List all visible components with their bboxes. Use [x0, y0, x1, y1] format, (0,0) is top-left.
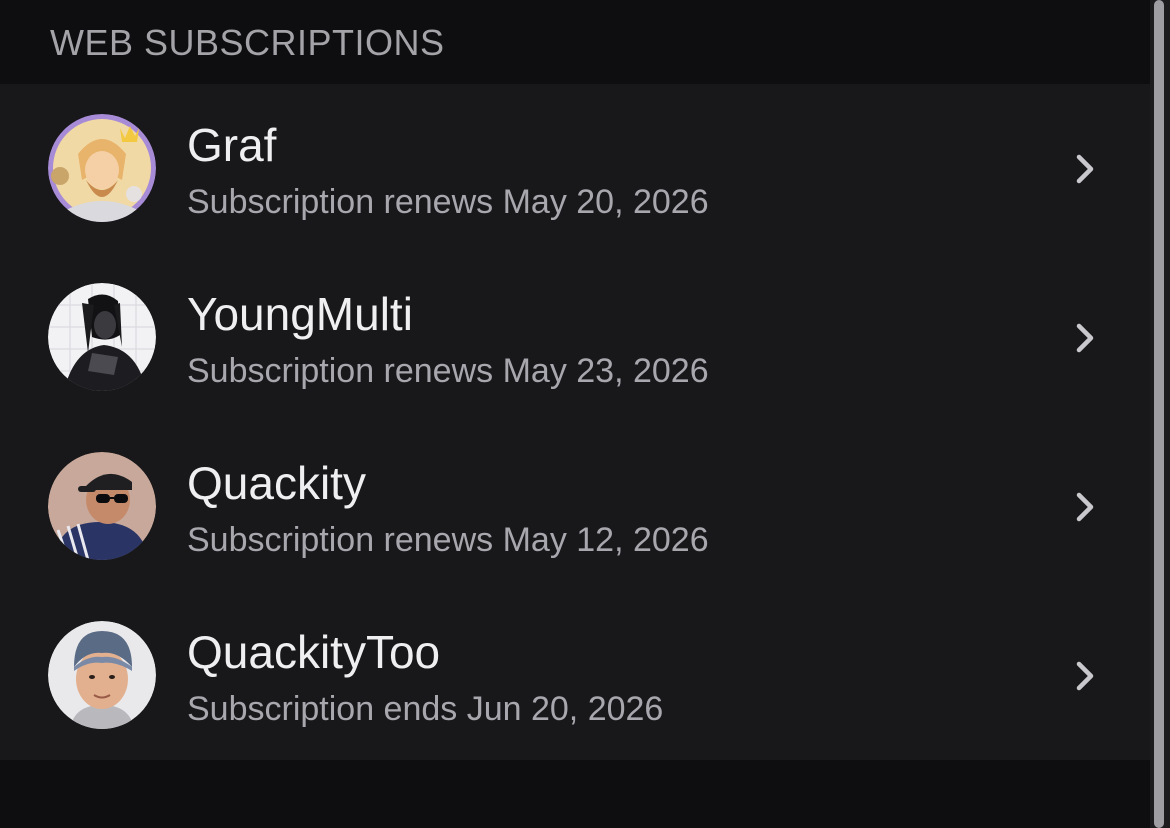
- subscription-row-quackitytoo[interactable]: QuackityToo Subscription ends Jun 20, 20…: [0, 591, 1150, 760]
- youngmulti-avatar-image: [48, 283, 156, 391]
- subscription-name: Quackity: [187, 457, 366, 509]
- subscription-row-graf[interactable]: Graf Subscription renews May 20, 2026: [0, 84, 1150, 253]
- chevron-right-icon[interactable]: [1070, 487, 1100, 527]
- section-header: WEB SUBSCRIPTIONS: [0, 0, 1150, 84]
- subscription-row-youngmulti[interactable]: YoungMulti Subscription renews May 23, 2…: [0, 253, 1150, 422]
- avatar: [48, 114, 156, 222]
- subscription-name: YoungMulti: [187, 288, 413, 340]
- subscription-name: QuackityToo: [187, 626, 441, 678]
- quackity-avatar-image: [48, 452, 156, 560]
- subscriptions-page: WEB SUBSCRIPTIONS Graf Subscription rene…: [0, 0, 1170, 828]
- avatar: [48, 452, 156, 560]
- scrollbar-thumb[interactable]: [1154, 0, 1164, 828]
- graf-avatar-image: [48, 114, 156, 222]
- subscription-status: Subscription renews May 23, 2026: [187, 352, 709, 390]
- chevron-right-icon[interactable]: [1070, 149, 1100, 189]
- subscription-status: Subscription renews May 12, 2026: [187, 521, 709, 559]
- quackitytoo-avatar-image: [48, 621, 156, 729]
- subscription-status: Subscription ends Jun 20, 2026: [187, 690, 664, 728]
- section-title: WEB SUBSCRIPTIONS: [50, 22, 445, 63]
- chevron-right-icon[interactable]: [1070, 656, 1100, 696]
- subscription-row-quackity[interactable]: Quackity Subscription renews May 12, 202…: [0, 422, 1150, 591]
- scrollbar[interactable]: [1150, 0, 1170, 828]
- list-footer: [0, 760, 1150, 828]
- subscription-status: Subscription renews May 20, 2026: [187, 183, 709, 221]
- subscription-list: Graf Subscription renews May 20, 2026 Yo…: [0, 84, 1150, 760]
- avatar: [48, 283, 156, 391]
- subscription-name: Graf: [187, 119, 277, 171]
- chevron-right-icon[interactable]: [1070, 318, 1100, 358]
- avatar: [48, 621, 156, 729]
